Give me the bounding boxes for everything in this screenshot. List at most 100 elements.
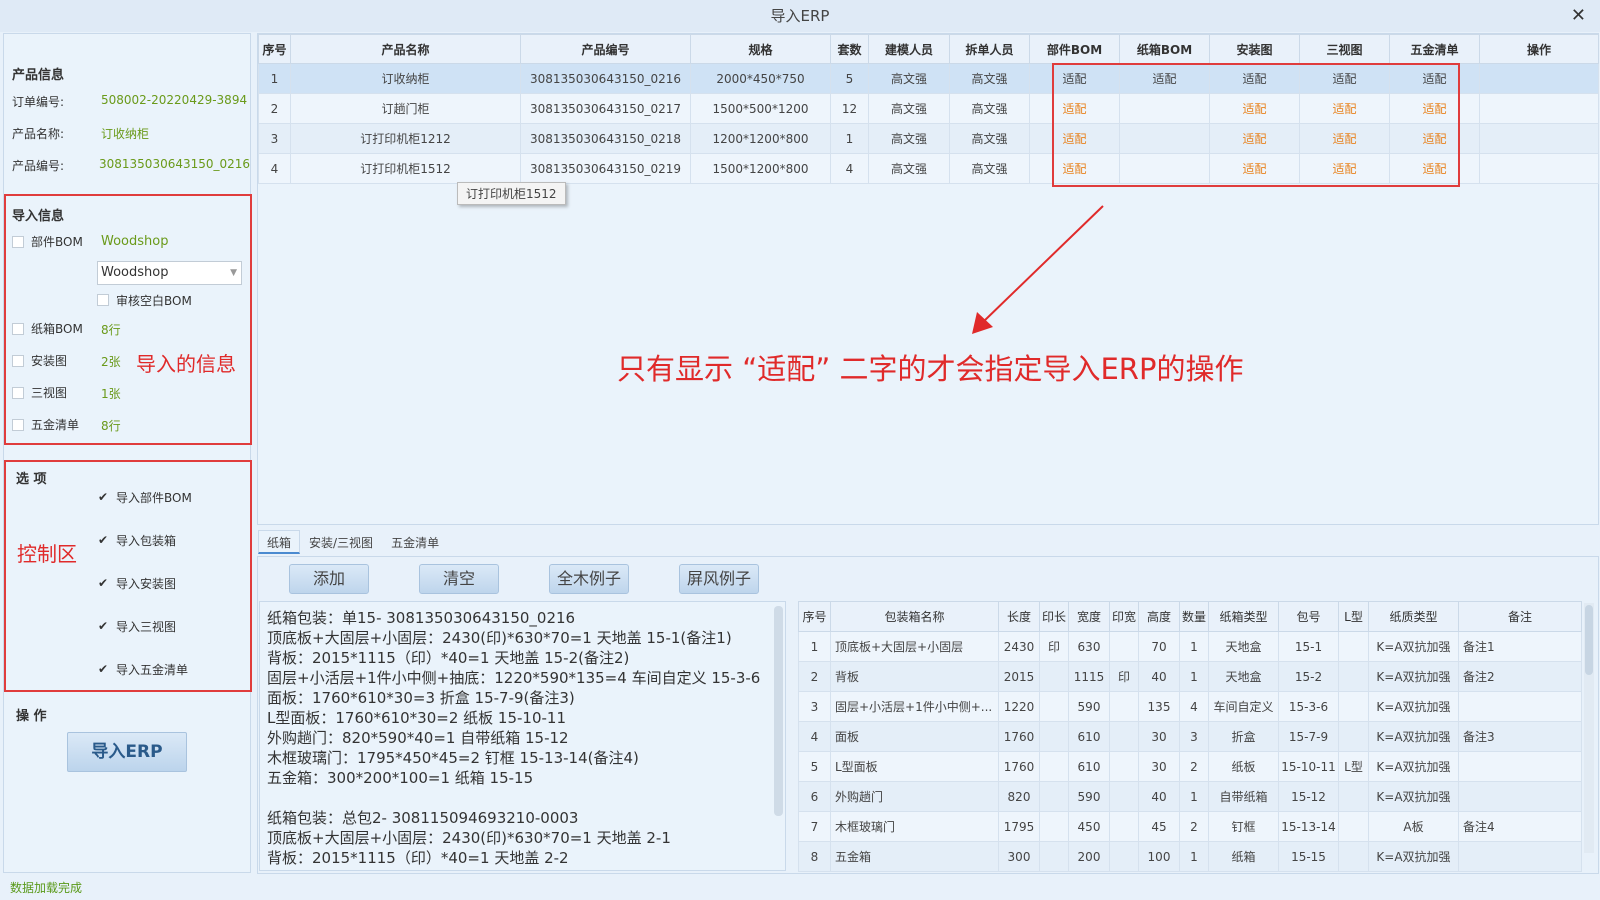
- grid-header[interactable]: 序号: [258, 34, 291, 64]
- grid-header[interactable]: 拆单人员: [949, 34, 1030, 64]
- checkbox-install-drawing[interactable]: [12, 355, 24, 367]
- grid-header[interactable]: 安装图: [1209, 34, 1300, 64]
- checkbox-three-view[interactable]: [12, 387, 24, 399]
- close-icon[interactable]: ✕: [1571, 0, 1586, 32]
- box-cell: [1109, 691, 1139, 722]
- grid-header[interactable]: 操作: [1479, 34, 1599, 64]
- scroll-thumb[interactable]: [1585, 605, 1593, 675]
- box-cell: 45: [1138, 811, 1180, 842]
- carton-bom-value: 8行: [101, 323, 121, 337]
- box-header[interactable]: 包装箱名称: [830, 601, 999, 632]
- text-line: 五金箱：300*200*100=1 纸箱 15-15: [267, 769, 534, 787]
- box-header[interactable]: 序号: [798, 601, 831, 632]
- grid-header[interactable]: 部件BOM: [1029, 34, 1120, 64]
- grid-header[interactable]: 建模人员: [868, 34, 950, 64]
- box-cell: 天地盒: [1208, 631, 1279, 662]
- table-row[interactable]: 1 顶底板+大固层+小固层 2430 印 630 70 1 天地盒 15-1 K…: [798, 631, 1582, 662]
- box-cell: [1338, 721, 1369, 752]
- checkbox-hardware-list[interactable]: [12, 419, 24, 431]
- cell-product-code: 308135030643150_0216: [520, 63, 691, 94]
- box-header[interactable]: 数量: [1179, 601, 1209, 632]
- import-info-title: 导入信息: [12, 209, 65, 224]
- table-row[interactable]: 7 木框玻璃门 1795 450 45 2 钉框 15-13-14 A板 备注4: [798, 811, 1582, 842]
- box-header[interactable]: 纸箱类型: [1208, 601, 1279, 632]
- carton-text-editor[interactable]: 纸箱包装：单15- 308135030643150_0216 顶底板+大固层+小…: [259, 601, 786, 871]
- box-cell: 40: [1138, 781, 1180, 812]
- grid-header[interactable]: 三视图: [1299, 34, 1390, 64]
- table-row[interactable]: 8 五金箱 300 200 100 1 纸箱 15-15 K=A双抗加强: [798, 841, 1582, 872]
- grid-header[interactable]: 纸箱BOM: [1119, 34, 1210, 64]
- box-cell: 印: [1039, 631, 1069, 662]
- box-cell: 2430: [998, 631, 1040, 662]
- box-cell: 590: [1068, 781, 1110, 812]
- cell-modeler: 高文强: [868, 63, 950, 94]
- tab-install-three-view[interactable]: 安装/三视图: [300, 530, 382, 554]
- box-grid-scrollbar[interactable]: [1584, 603, 1594, 853]
- checkmark-icon[interactable]: ✔: [97, 620, 109, 632]
- checkmark-icon[interactable]: ✔: [97, 577, 109, 589]
- wood-example-button[interactable]: 全木例子: [549, 564, 629, 594]
- checkbox-part-bom[interactable]: [12, 236, 24, 248]
- box-cell: 590: [1068, 691, 1110, 722]
- box-header[interactable]: L型: [1338, 601, 1369, 632]
- box-header[interactable]: 高度: [1138, 601, 1180, 632]
- clear-button[interactable]: 清空: [419, 564, 499, 594]
- add-button[interactable]: 添加: [289, 564, 369, 594]
- bom-source-select[interactable]: Woodshop ▼: [97, 261, 242, 285]
- table-row[interactable]: 5 L型面板 1760 610 30 2 纸板 15-10-11 L型 K=A双…: [798, 751, 1582, 782]
- grid-header[interactable]: 五金清单: [1389, 34, 1480, 64]
- box-cell: 15-1: [1278, 631, 1339, 662]
- box-grid: 序号 包装箱名称 长度 印长 宽度 印宽 高度 数量 纸箱类型 包号 L型 纸质…: [798, 601, 1582, 872]
- cell-action[interactable]: [1479, 63, 1599, 94]
- cell-action[interactable]: [1479, 153, 1599, 184]
- text-line: 纸箱包装：总包2- 308115094693210-0003: [267, 809, 579, 827]
- table-row[interactable]: 6 外购趟门 820 590 40 1 自带纸箱 15-12 K=A双抗加强: [798, 781, 1582, 812]
- checkmark-icon[interactable]: ✔: [97, 491, 109, 503]
- cell-product-code: 308135030643150_0219: [520, 153, 691, 184]
- checkmark-icon[interactable]: ✔: [97, 534, 109, 546]
- box-cell: 15-7-9: [1278, 721, 1339, 752]
- operation-title: 操 作: [16, 709, 47, 724]
- table-row[interactable]: 2 背板 2015 1115 印 40 1 天地盒 15-2 K=A双抗加强 备…: [798, 661, 1582, 692]
- box-cell: K=A双抗加强: [1368, 631, 1459, 662]
- box-cell: [1338, 691, 1369, 722]
- box-cell: [1109, 631, 1139, 662]
- text-scrollbar[interactable]: [774, 606, 783, 816]
- grid-header[interactable]: 规格: [690, 34, 831, 64]
- box-header[interactable]: 宽度: [1068, 601, 1110, 632]
- import-erp-button[interactable]: 导入ERP: [67, 732, 187, 772]
- grid-header[interactable]: 产品编号: [520, 34, 691, 64]
- screen-example-button[interactable]: 屏风例子: [679, 564, 759, 594]
- checkbox-audit-blank-bom[interactable]: [97, 294, 109, 306]
- cell-sets: 12: [830, 93, 869, 124]
- tab-hardware-list[interactable]: 五金清单: [382, 530, 448, 554]
- box-cell: 1: [798, 631, 831, 662]
- box-cell: 630: [1068, 631, 1110, 662]
- box-cell: 8: [798, 841, 831, 872]
- box-cell: 自带纸箱: [1208, 781, 1279, 812]
- box-header[interactable]: 印宽: [1109, 601, 1139, 632]
- bom-source-value: Woodshop: [101, 265, 169, 280]
- box-cell: 135: [1138, 691, 1180, 722]
- box-cell: [1109, 841, 1139, 872]
- checkmark-icon[interactable]: ✔: [97, 663, 109, 675]
- box-header[interactable]: 长度: [998, 601, 1040, 632]
- text-line: 顶底板+大固层+小固层：2430(印)*630*70=1 天地盖 2-1: [267, 829, 671, 847]
- cell-action[interactable]: [1479, 93, 1599, 124]
- box-header[interactable]: 备注: [1458, 601, 1582, 632]
- grid-header[interactable]: 套数: [830, 34, 869, 64]
- box-cell: L型: [1338, 751, 1369, 782]
- cell-action[interactable]: [1479, 123, 1599, 154]
- box-header[interactable]: 纸质类型: [1368, 601, 1459, 632]
- box-cell: K=A双抗加强: [1368, 661, 1459, 692]
- cell-splitter: 高文强: [949, 63, 1030, 94]
- adapt-columns-highlight: [1052, 63, 1460, 187]
- checkbox-carton-bom[interactable]: [12, 323, 24, 335]
- box-header[interactable]: 印长: [1039, 601, 1069, 632]
- grid-header[interactable]: 产品名称: [290, 34, 521, 64]
- table-row[interactable]: 4 面板 1760 610 30 3 折盒 15-7-9 K=A双抗加强 备注3: [798, 721, 1582, 752]
- tab-carton[interactable]: 纸箱: [258, 530, 301, 554]
- box-header[interactable]: 包号: [1278, 601, 1339, 632]
- carton-bom-label: 纸箱BOM: [31, 322, 83, 336]
- table-row[interactable]: 3 固层+小活层+1件小中侧+... 1220 590 135 4 车间自定义 …: [798, 691, 1582, 722]
